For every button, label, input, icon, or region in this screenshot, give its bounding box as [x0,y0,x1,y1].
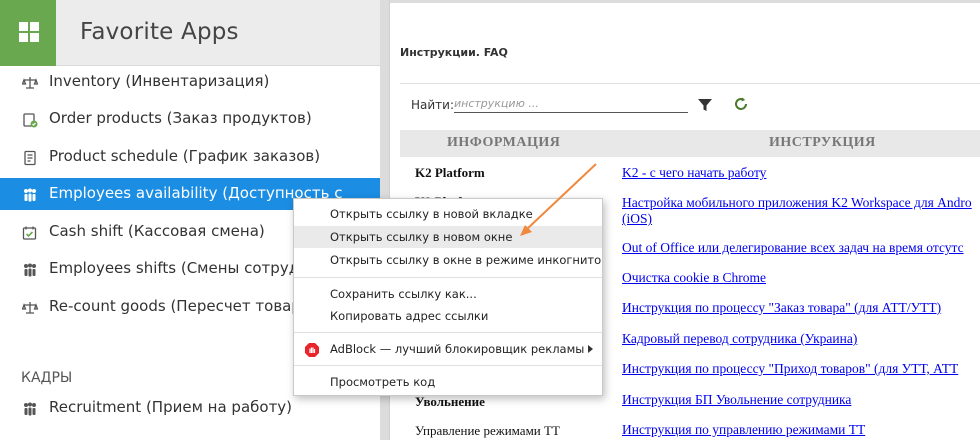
column-header-info: ИНФОРМАЦИЯ [447,135,561,150]
filter-icon[interactable] [697,97,713,113]
menu-item-save-link-as[interactable]: Сохранить ссылку как... [294,283,602,305]
people-icon [24,188,36,202]
sidebar-header: Favorite Apps [0,0,380,66]
sidebar-title: Favorite Apps [80,19,239,45]
sidebar-item-product-schedule[interactable]: Product schedule (График заказов) [0,141,380,173]
sidebar-item-label: Re-count goods (Пересчет товара) [49,297,316,315]
instruction-link[interactable]: Инструкция по процессу "Приход товаров" … [622,361,958,377]
menu-item-open-incognito[interactable]: Открыть ссылку в окне в режиме инкогнито [294,249,602,271]
apps-grid-icon[interactable] [0,0,56,66]
menu-item-inspect[interactable]: Просмотреть код [294,371,602,393]
instruction-link[interactable]: Инструкция БП Увольнение сотрудника [622,392,851,408]
instruction-link[interactable]: Очистка cookie в Chrome [622,270,766,286]
sidebar-item-recruitment[interactable]: Recruitment (Прием на работу) [0,392,380,424]
menu-item-adblock[interactable]: AdBlock — лучший блокировщик рекламы [294,338,602,360]
instruction-link[interactable]: Инструкция по процессу "Заказ товара" (д… [622,300,941,316]
context-menu: Открыть ссылку в новой вкладке Открыть с… [293,198,603,396]
document-icon [24,150,36,166]
instruction-link[interactable]: K2 - с чего начать работу [622,165,766,181]
menu-separator [294,365,602,366]
menu-item-copy-link-address[interactable]: Копировать адрес ссылки [294,305,602,327]
sidebar-item-label: Cash shift (Кассовая смена) [49,222,265,240]
menu-item-label: AdBlock — лучший блокировщик рекламы [330,342,585,356]
panel-title: Инструкции. FAQ [400,46,508,59]
menu-item-label: Открыть ссылку в окне в режиме инкогнито [330,253,602,267]
instruction-link[interactable]: Настройка мобильного приложения K2 Works… [622,195,972,211]
info-cell: K2 Platform [415,165,485,180]
calendar-check-icon [22,226,37,240]
menu-item-label: Просмотреть код [330,375,436,389]
adblock-icon [305,343,319,357]
sidebar-item-order-products[interactable]: Order products (Заказ продуктов) [0,103,380,135]
sidebar-item-label: Order products (Заказ продуктов) [49,109,312,127]
search-input[interactable] [454,95,688,113]
sidebar-item-label: Inventory (Инвентаризация) [49,72,270,90]
scales-icon [22,77,38,89]
sidebar-item-label: Product schedule (График заказов) [49,147,321,165]
sidebar-item-label: Employees shifts (Смены сотрудник [49,259,328,277]
sidebar-item-inventory[interactable]: Inventory (Инвентаризация) [0,66,380,98]
people-icon [24,263,36,277]
menu-item-label: Открыть ссылку в новой вкладке [330,207,533,221]
instruction-link[interactable]: Out of Office или делегирование всех зад… [622,240,964,256]
menu-item-label: Открыть ссылку в новом окне [330,230,513,244]
scales-icon [22,302,38,314]
column-header-instruction: ИНСТРУКЦИЯ [769,135,876,150]
sidebar-section-title: КАДРЫ [21,370,73,386]
menu-item-label: Сохранить ссылку как... [330,287,477,301]
instruction-link[interactable]: Кадровый перевод сотрудника (Украина) [622,331,857,347]
sidebar-item-label: Recruitment (Прием на работу) [49,398,293,416]
people-icon [24,402,36,416]
info-cell: Увольнение [415,394,485,409]
menu-item-label: Копировать адрес ссылки [330,309,489,323]
menu-item-open-new-tab[interactable]: Открыть ссылку в новой вкладке [294,203,602,225]
instruction-link[interactable]: (iOS) [622,211,652,227]
menu-item-open-new-window[interactable]: Открыть ссылку в новом окне [294,226,602,248]
instruction-link[interactable]: Инструкция по управлению режимами ТТ [622,422,865,438]
divider [400,83,980,84]
submenu-arrow-icon [588,345,593,353]
info-cell: Управление режимами ТТ [415,423,560,438]
order-check-icon [23,113,38,128]
refresh-icon[interactable] [733,96,749,112]
table-header: ИНФОРМАЦИЯ ИНСТРУКЦИЯ [400,130,980,157]
menu-separator [294,332,602,333]
search-label: Найти: [411,98,455,112]
menu-separator [294,277,602,278]
